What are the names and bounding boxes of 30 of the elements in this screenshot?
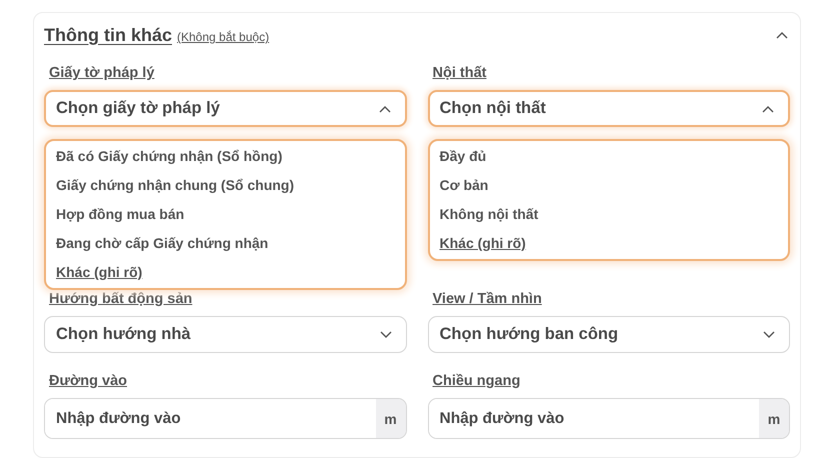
unit-addon: m [376,399,406,438]
caret-icon [762,104,774,112]
dropdown-option[interactable]: Đang chờ cấp Giấy chứng nhận [46,229,404,258]
field-label: View / Tầm nhìn [432,291,542,307]
collapse-icon[interactable] [776,31,788,39]
dropdown-option[interactable]: Cơ bản [430,171,788,200]
select-field[interactable]: Chọn hướng nhà [44,316,406,353]
input-field[interactable]: Nhập đường vào m [44,398,406,439]
select-field[interactable]: Chọn giấy tờ pháp lý [44,90,406,127]
input-field[interactable]: Nhập đường vào m [428,398,790,439]
dropdown-option[interactable]: Đầy đủ [430,142,788,171]
select-field[interactable]: Chọn hướng ban công [428,316,790,353]
dropdown-option[interactable]: Khác (ghi rõ) [46,258,404,287]
section-title: Thông tin khác [44,24,172,46]
caret-icon [380,330,392,338]
dropdown-option[interactable]: Khác (ghi rõ) [430,229,788,258]
dropdown-option[interactable]: Hợp đồng mua bán [46,200,404,229]
caret-icon [378,104,390,112]
field-label: Hướng bất động sản [49,291,192,307]
caret-icon [763,330,775,338]
field-label: Chiều ngang [432,373,520,389]
field-label: Đường vào [49,373,128,389]
field-label: Nội thất [432,65,486,81]
dropdown-option[interactable]: Không nội thất [430,200,788,229]
dropdown-option[interactable]: Đã có Giấy chứng nhận (Sổ hồng) [46,142,404,171]
dropdown-option[interactable]: Giấy chứng nhận chung (Sổ chung) [46,171,404,200]
unit-addon: m [759,399,789,438]
select-field[interactable]: Chọn nội thất [428,90,790,127]
optional-note: (Không bắt buộc) [177,30,270,44]
field-label: Giấy tờ pháp lý [49,65,154,81]
